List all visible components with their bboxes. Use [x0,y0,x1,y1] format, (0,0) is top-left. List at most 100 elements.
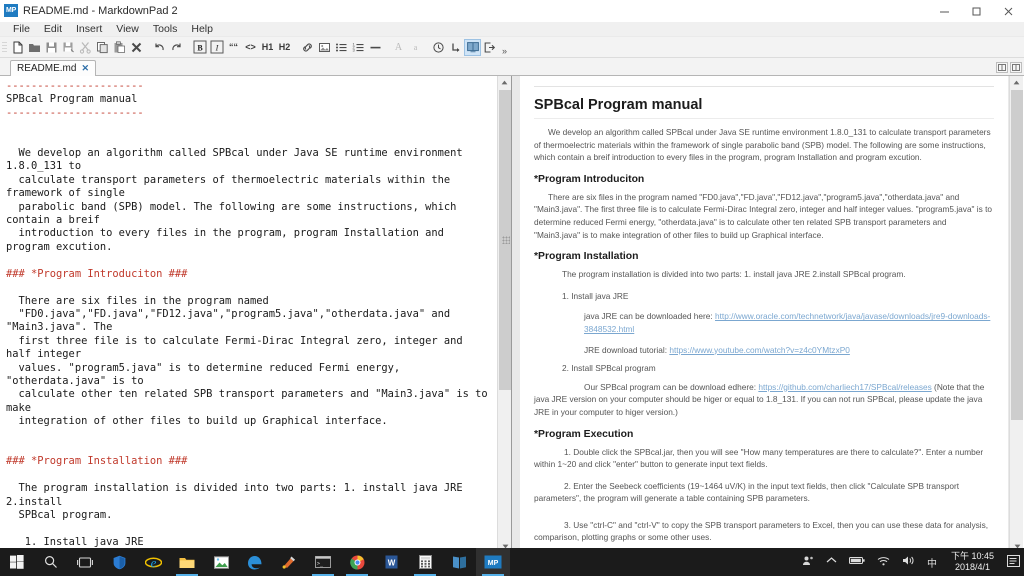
heading-1-icon[interactable]: H1 [259,39,276,56]
numbered-list-icon[interactable]: 123 [350,39,367,56]
decrease-font-icon[interactable]: a [407,39,424,56]
preview-introduction-body: There are six files in the program named… [534,191,993,240]
delete-icon[interactable] [128,39,145,56]
menu-help[interactable]: Help [184,22,220,37]
taskbar-item-internet-explorer[interactable]: e [136,548,170,576]
close-icon[interactable]: ✕ [81,63,89,74]
notification-center-icon[interactable] [1002,554,1024,570]
toolbar-grip[interactable] [2,40,7,54]
taskbar-item-command-prompt[interactable]: >_ [306,548,340,576]
new-document-icon[interactable] [9,39,26,56]
editor-scrollbar[interactable] [497,76,511,553]
people-icon[interactable] [796,555,820,570]
preview-scrollbar-thumb[interactable] [1011,90,1023,420]
taskbar-item-microsoft-edge[interactable] [238,548,272,576]
svg-text:MP: MP [488,560,499,567]
taskbar-item-file-explorer[interactable] [170,548,204,576]
taskbar-item-calculator[interactable] [408,548,442,576]
taskbar-item-reader[interactable] [442,548,476,576]
markdown-editor-pane[interactable]: ---------------------- SPBcal Program man… [0,76,512,553]
start-button-icon[interactable] [0,548,34,576]
toolbar-overflow-button[interactable]: » [502,46,507,56]
tab-readme-md[interactable]: README.md ✕ [10,60,96,76]
youtube-tutorial-link[interactable]: https://www.youtube.com/watch?v=z4c0YMtz… [669,345,850,355]
menu-view[interactable]: View [109,22,146,37]
html-preview-pane[interactable]: SPBcal Program manual We develop an algo… [512,76,1023,553]
preview-installation-list: 1. Install java JRE [534,290,994,303]
blockquote-icon[interactable]: ““ [225,39,242,56]
editor-line: values. "program5.java" is to determine … [6,361,407,387]
undo-icon[interactable] [151,39,168,56]
clock-time: 下午 10:45 [950,551,994,561]
editor-line: first three file is to calculate Fermi-D… [6,334,469,361]
taskbar-item-paint[interactable] [272,548,306,576]
preview-exec-step-1: 1. Double click the SPBcal.jar, then you… [534,446,984,470]
line-break-icon[interactable] [447,39,464,56]
ime-language-indicator[interactable]: 中 [921,555,943,570]
split-right-icon[interactable] [1010,62,1022,73]
tab-strip: README.md ✕ [0,58,1024,76]
paste-icon[interactable] [111,39,128,56]
bulleted-list-icon[interactable] [333,39,350,56]
preview-toggle-icon[interactable] [464,38,481,56]
taskbar-item-microsoft-word[interactable]: W [374,548,408,576]
taskbar-item-markdownpad[interactable]: MP [476,548,510,576]
editor-scrollbar-thumb[interactable] [499,90,511,390]
preview-scrollbar[interactable] [1009,76,1023,553]
battery-icon[interactable] [843,556,871,568]
insert-image-icon[interactable] [316,39,333,56]
menu-file[interactable]: File [6,22,37,37]
wifi-icon[interactable] [871,556,896,569]
windows-taskbar: e >_ W MP 中 下午 10:45 2018/4/1 [0,548,1024,576]
taskbar-clock[interactable]: 下午 10:45 2018/4/1 [943,551,1002,573]
bold-icon[interactable]: B [191,39,208,56]
save-as-icon[interactable] [60,39,77,56]
horizontal-rule-icon[interactable] [367,39,384,56]
preview-exec-step-2: 2. Enter the Seebeck coefficients (19~14… [534,480,960,504]
scroll-up-icon[interactable] [1010,76,1023,89]
menu-edit[interactable]: Edit [37,22,69,37]
taskbar-item-windows-defender[interactable] [102,548,136,576]
markdown-source-text[interactable]: ---------------------- SPBcal Program man… [0,76,490,553]
github-releases-link[interactable]: https://github.com/charliech17/SPBcal/re… [758,382,931,392]
show-hidden-icons-icon[interactable] [820,556,843,568]
preview-intro-paragraph: We develop an algorithm called SPBcal un… [534,127,991,163]
taskbar-item-google-chrome[interactable] [340,548,374,576]
save-icon[interactable] [43,39,60,56]
editor-line: SPBcal Program manual [6,93,138,106]
cut-icon[interactable] [77,39,94,56]
menu-tools[interactable]: Tools [146,22,185,37]
maximize-button[interactable] [960,0,992,22]
close-button[interactable] [992,0,1024,22]
preview-document: SPBcal Program manual We develop an algo… [520,76,1008,553]
svg-text:W: W [387,559,395,568]
copy-icon[interactable] [94,39,111,56]
menu-insert[interactable]: Insert [69,22,109,37]
task-view-icon[interactable] [68,548,102,576]
scroll-up-icon[interactable] [498,76,511,89]
taskbar-item-photos[interactable] [204,548,238,576]
redo-icon[interactable] [168,39,185,56]
heading-2-icon[interactable]: H2 [276,39,293,56]
volume-icon[interactable] [896,555,921,569]
italic-icon[interactable]: I [208,39,225,56]
minimize-button[interactable] [928,0,960,22]
export-icon[interactable] [481,39,498,56]
preview-installation-body: The program installation is divided into… [562,269,906,280]
preview-jre-download-line: java JRE can be downloaded here: http://… [534,310,994,335]
increase-font-icon[interactable]: A [390,39,407,56]
window-controls [928,0,1024,22]
menu-bar: File Edit Insert View Tools Help [0,22,1024,37]
split-left-icon[interactable] [996,62,1008,73]
main-panes: ---------------------- SPBcal Program man… [0,76,1024,553]
svg-text:B: B [197,44,203,53]
editor-line: introduction to every files in the progr… [6,227,451,253]
search-icon[interactable] [34,548,68,576]
insert-link-icon[interactable] [299,39,316,56]
open-folder-icon[interactable] [26,39,43,56]
code-icon[interactable]: <> [242,39,259,56]
clock-icon[interactable] [430,39,447,56]
